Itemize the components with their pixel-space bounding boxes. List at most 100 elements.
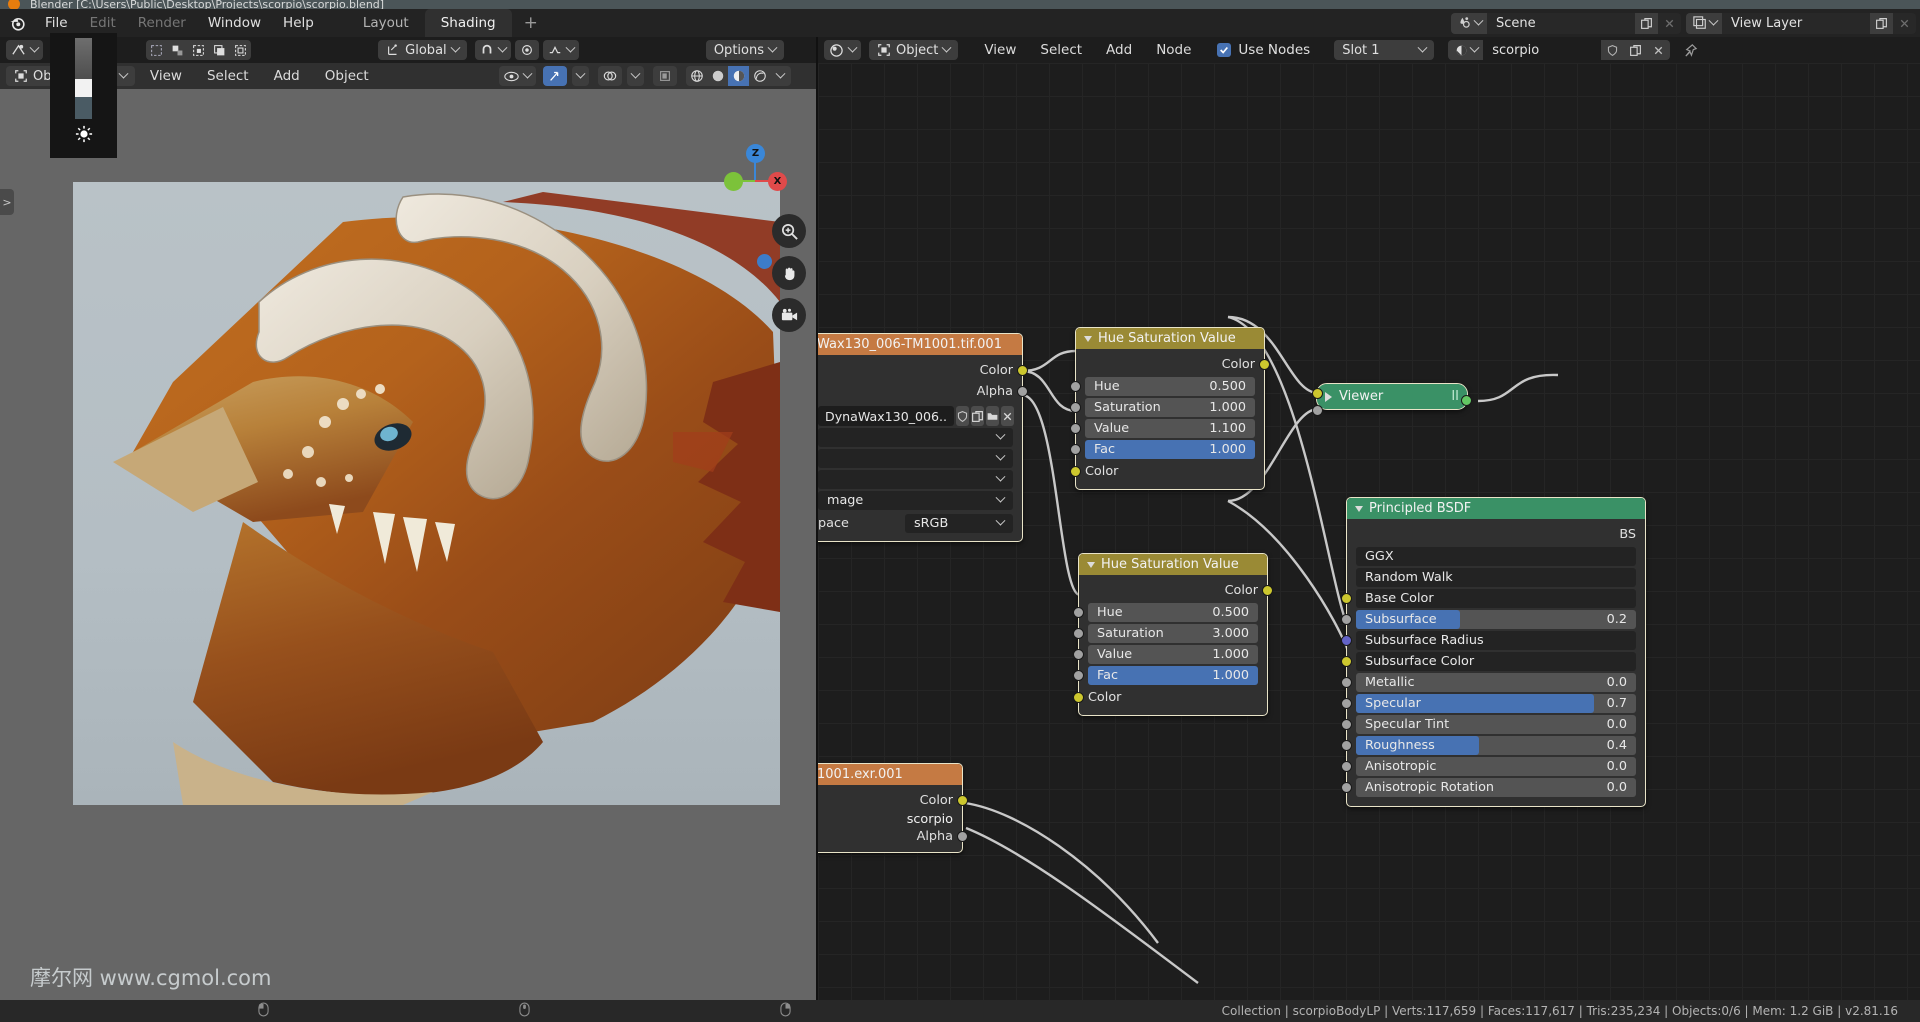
node-viewer[interactable]: Viewer II	[1316, 383, 1468, 410]
input-color[interactable]: Color	[1079, 687, 1267, 708]
camera-view-icon[interactable]	[772, 298, 806, 332]
prop-fac[interactable]: Fac1.000	[1088, 666, 1258, 685]
collapse-triangle-icon[interactable]	[1084, 336, 1092, 342]
socket-yellow[interactable]	[1262, 585, 1273, 596]
editor-type-shader-icon[interactable]	[824, 40, 861, 60]
socket-grey[interactable]	[1017, 386, 1028, 397]
wireframe-icon[interactable]	[686, 66, 707, 86]
gizmo-icon[interactable]	[543, 66, 567, 86]
editor-type-3dview-icon[interactable]	[6, 40, 43, 60]
node-header[interactable]: Hue Saturation Value	[1076, 328, 1264, 349]
pan-hand-icon[interactable]	[772, 256, 806, 290]
socket-grey[interactable]	[1341, 614, 1352, 625]
add-workspace-button[interactable]: +	[512, 9, 550, 37]
socket-yellow[interactable]	[1259, 359, 1270, 370]
input-subsurface-radius[interactable]: Subsurface Radius	[1356, 631, 1636, 650]
socket-grey[interactable]	[1070, 444, 1081, 455]
socket-grey[interactable]	[1073, 649, 1084, 660]
transform-orientation-dropdown[interactable]: Global	[378, 40, 466, 60]
scene-selector[interactable]: Scene	[1451, 13, 1681, 34]
shading-dropdown[interactable]	[770, 66, 791, 86]
socket-grey[interactable]	[1341, 698, 1352, 709]
overlays-icon[interactable]	[598, 66, 622, 86]
viewport-menu-select[interactable]: Select	[197, 66, 259, 86]
socket-yellow[interactable]	[1070, 466, 1081, 477]
socket-grey[interactable]	[1073, 628, 1084, 639]
material-name[interactable]: scorpio	[1483, 40, 1601, 60]
fake-user-button[interactable]	[1601, 40, 1624, 60]
socket-purple[interactable]	[1341, 635, 1352, 646]
prop-hue[interactable]: Hue0.500	[1088, 603, 1258, 622]
expand-triangle-icon[interactable]	[1325, 392, 1332, 402]
shader-menu-view[interactable]: View	[974, 40, 1026, 60]
duplicate-material-button[interactable]	[1624, 40, 1647, 60]
input-anisotropic[interactable]: Anisotropic 0.0	[1356, 757, 1636, 776]
view-layer-selector[interactable]: View Layer	[1686, 13, 1916, 34]
rendered-icon[interactable]	[749, 66, 770, 86]
blender-logo-icon[interactable]	[0, 10, 34, 36]
socket-grey[interactable]	[1341, 761, 1352, 772]
socket-grey[interactable]	[1341, 719, 1352, 730]
shader-menu-select[interactable]: Select	[1030, 40, 1092, 60]
material-slot-dropdown[interactable]: Slot 1	[1334, 40, 1434, 60]
view-layer-icon[interactable]	[1686, 13, 1722, 34]
image-source-dropdown[interactable]	[818, 428, 1013, 447]
folder-icon[interactable]	[986, 406, 999, 426]
socket-grey[interactable]	[1341, 677, 1352, 688]
gizmo-axis-z[interactable]: Z	[746, 144, 765, 163]
viewport-menu-view[interactable]: View	[140, 66, 192, 86]
tab-shading[interactable]: Shading	[425, 9, 512, 37]
output-color[interactable]: Color	[1076, 354, 1264, 375]
node-hsv-top[interactable]: Hue Saturation Value Color Hue0.500 Satu…	[1075, 327, 1265, 490]
zoom-icon[interactable]	[772, 214, 806, 248]
output-bsdf[interactable]: BS	[1347, 524, 1645, 545]
input-subsurface-color[interactable]: Subsurface Color	[1356, 652, 1636, 671]
shader-menu-node[interactable]: Node	[1146, 40, 1201, 60]
navigation-gizmo[interactable]: Z X Y	[718, 144, 792, 218]
unlink-material-button[interactable]	[1647, 40, 1670, 60]
popup-blue-swatch[interactable]	[75, 97, 92, 119]
select-subtract-icon[interactable]	[188, 40, 209, 60]
image-datablock-name[interactable]: DynaWax130_006..	[818, 406, 954, 426]
shader-type-dropdown[interactable]: Object	[869, 40, 958, 60]
socket-grey[interactable]	[1070, 381, 1081, 392]
node-principled-bsdf[interactable]: Principled BSDF BS GGX Random Walk Base …	[1346, 497, 1646, 807]
solid-icon[interactable]	[707, 66, 728, 86]
toolbar-expand-arrow[interactable]: >	[0, 189, 14, 215]
select-difference-icon[interactable]	[230, 40, 251, 60]
socket-yellow[interactable]	[1341, 593, 1352, 604]
output-alpha[interactable]: Alpha	[818, 381, 1022, 402]
node-image-texture[interactable]: Wax130_006-TM1001.tif.001 Color Alpha Dy…	[818, 333, 1023, 542]
subsurface-method-dropdown[interactable]: Random Walk	[1356, 568, 1636, 587]
prop-hue[interactable]: Hue0.500	[1085, 377, 1255, 396]
select-intersect-icon[interactable]	[209, 40, 230, 60]
material-selector[interactable]: scorpio	[1448, 40, 1670, 60]
xray-icon[interactable]	[653, 66, 677, 86]
distribution-dropdown[interactable]: GGX	[1356, 547, 1636, 566]
prop-fac[interactable]: Fac1.000	[1085, 440, 1255, 459]
image-extension-dropdown[interactable]: mage	[818, 491, 1013, 510]
select-box-icon[interactable]	[146, 40, 167, 60]
pause-icon[interactable]: II	[1451, 389, 1459, 404]
delete-view-layer-button[interactable]	[1893, 13, 1916, 34]
prop-value[interactable]: Value1.000	[1088, 645, 1258, 664]
eye-icon[interactable]	[499, 66, 536, 86]
delete-scene-button[interactable]	[1658, 13, 1681, 34]
viewport-options-dropdown[interactable]: Options	[706, 40, 784, 60]
input-anisotropic-rotation[interactable]: Anisotropic Rotation 0.0	[1356, 778, 1636, 797]
sun-icon[interactable]	[75, 125, 93, 143]
socket-grey[interactable]	[1070, 423, 1081, 434]
tab-layout[interactable]: Layout	[347, 9, 425, 37]
collapse-triangle-icon[interactable]	[1087, 562, 1095, 568]
socket-yellow[interactable]	[1341, 656, 1352, 667]
use-nodes-toggle[interactable]: Use Nodes	[1217, 42, 1310, 58]
image-projection-dropdown[interactable]	[818, 470, 1013, 489]
prop-saturation[interactable]: Saturation1.000	[1085, 398, 1255, 417]
socket-grey[interactable]	[957, 831, 968, 842]
output-color[interactable]: Color	[1079, 580, 1267, 601]
node-header[interactable]: Hue Saturation Value	[1079, 554, 1267, 575]
node-exr-texture[interactable]: 1001.exr.001 Color scorpio Alpha	[818, 763, 963, 853]
input-subsurface[interactable]: Subsurface 0.2	[1356, 610, 1636, 629]
socket-yellow[interactable]	[1073, 692, 1084, 703]
material-icon[interactable]	[1448, 40, 1483, 60]
